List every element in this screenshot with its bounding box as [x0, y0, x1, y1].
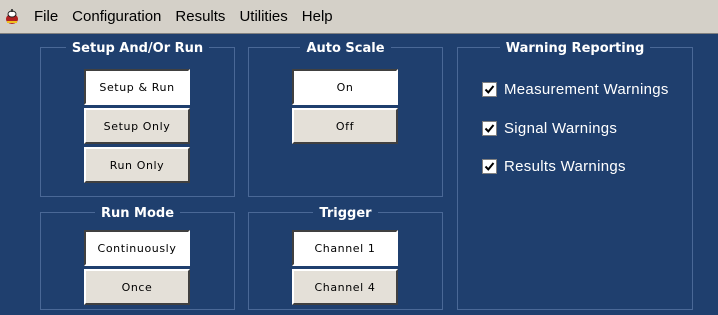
checkmark-icon	[484, 85, 495, 94]
auto-scale-on-button[interactable]: On	[292, 69, 398, 105]
measurement-warnings-checkbox[interactable]	[482, 82, 497, 97]
run-once-button[interactable]: Once	[84, 269, 190, 305]
setup-run-title: Setup And/Or Run	[65, 41, 210, 56]
results-warnings-checkbox[interactable]	[482, 159, 497, 174]
run-mode-panel: Run Mode Continuously Once	[40, 206, 235, 310]
run-only-button[interactable]: Run Only	[84, 147, 190, 183]
setup-run-panel: Setup And/Or Run Setup & Run Setup Only …	[40, 41, 235, 197]
auto-scale-title: Auto Scale	[300, 41, 391, 56]
trigger-channel-1-button[interactable]: Channel 1	[292, 230, 398, 266]
signal-warnings-option[interactable]: Signal Warnings	[482, 120, 617, 137]
menu-bar: File Configuration Results Utilities Hel…	[0, 0, 718, 34]
results-warnings-option[interactable]: Results Warnings	[482, 158, 626, 175]
menu-configuration[interactable]: Configuration	[65, 6, 168, 27]
setup-only-button[interactable]: Setup Only	[84, 108, 190, 144]
signal-warnings-label: Signal Warnings	[504, 120, 618, 137]
auto-scale-panel: Auto Scale On Off	[248, 41, 443, 197]
measurement-warnings-label: Measurement Warnings	[504, 81, 669, 98]
setup-and-run-button[interactable]: Setup & Run	[84, 69, 190, 105]
checkmark-icon	[484, 124, 495, 133]
trigger-panel: Trigger Channel 1 Channel 4	[248, 206, 443, 310]
run-continuously-button[interactable]: Continuously	[84, 230, 190, 266]
menu-help[interactable]: Help	[295, 6, 340, 27]
menu-file[interactable]: File	[27, 6, 65, 27]
warning-reporting-panel: Warning Reporting Measurement Warnings S…	[457, 41, 693, 310]
measurement-warnings-option[interactable]: Measurement Warnings	[482, 81, 669, 98]
signal-warnings-checkbox[interactable]	[482, 121, 497, 136]
menu-results[interactable]: Results	[168, 6, 232, 27]
app-logo-icon[interactable]	[3, 8, 21, 26]
run-mode-title: Run Mode	[94, 206, 181, 221]
results-warnings-label: Results Warnings	[504, 158, 626, 175]
menu-utilities[interactable]: Utilities	[232, 6, 294, 27]
warning-reporting-title: Warning Reporting	[499, 41, 651, 56]
checkmark-icon	[484, 162, 495, 171]
auto-scale-off-button[interactable]: Off	[292, 108, 398, 144]
trigger-title: Trigger	[313, 206, 378, 221]
trigger-channel-4-button[interactable]: Channel 4	[292, 269, 398, 305]
